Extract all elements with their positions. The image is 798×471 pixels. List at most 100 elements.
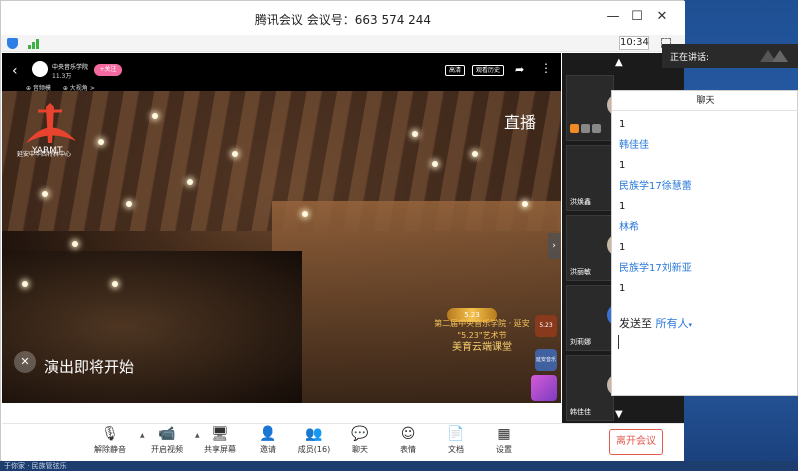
audio-options-caret-icon[interactable]: ▲ [140, 432, 145, 439]
leave-meeting-button[interactable]: 离开会议 [609, 429, 663, 455]
members-icon: 👥 [305, 426, 323, 442]
participant-name: 洪焕鑫 [570, 198, 591, 206]
chat-message-text: 1 [619, 283, 626, 294]
chat-message-sender[interactable]: 民族学17刘新亚 [619, 259, 794, 280]
video-options-caret-icon[interactable]: ▲ [195, 432, 200, 439]
tencent-meeting-logo-icon [760, 50, 788, 62]
speaking-label: 正在讲话: [670, 53, 710, 63]
promo-text: 第二届中央音乐学院 · 延安 "5.23"艺术节 美育云端课堂 [412, 318, 552, 354]
live-label: 直播 [504, 113, 537, 132]
maximize-button[interactable]: ☐ [627, 9, 647, 24]
taskbar-text: 于你家 · 民族管弦乐 [4, 462, 67, 470]
promo-side-badge-2[interactable]: 延安音乐节 [535, 349, 557, 385]
share-icon[interactable]: ➦ [515, 63, 524, 76]
minimize-button[interactable]: — [603, 9, 623, 24]
status-icons [570, 118, 603, 137]
promo-line-2: "5.23"艺术节 [457, 331, 507, 340]
speaking-indicator: 正在讲话: [662, 44, 798, 68]
settings-button[interactable]: ▦ 设置 [484, 426, 524, 455]
follow-button[interactable]: +关注 [94, 64, 122, 76]
invite-button[interactable]: 👤 邀请 [248, 426, 288, 455]
chat-label: 聊天 [352, 445, 368, 454]
members-label: 成员(16) [297, 445, 331, 454]
channel-fans: 11.3万 [52, 73, 72, 80]
meeting-timer: 10:34 [619, 36, 649, 50]
participant-tile[interactable]: 洪丽敏 [566, 215, 629, 281]
promo-side-badge-1[interactable]: 5.23 [535, 315, 557, 337]
chat-message-text: 1 [619, 119, 626, 130]
scroll-up-icon[interactable]: ▲ [615, 57, 623, 68]
shared-video[interactable]: ‹ 中央音乐学院 11.3万 +关注 高清 观看历史 ➦ ⋮ ⊕ 音频模 ⊕ 大… [2, 53, 561, 403]
speaker-muted-icon[interactable]: ✕ [14, 351, 36, 373]
hd-tag[interactable]: 高清 [445, 65, 465, 76]
channel-avatar[interactable] [32, 61, 48, 77]
back-icon[interactable]: ‹ [12, 63, 18, 79]
share-screen-button[interactable]: 🖥 共享屏幕 [200, 426, 240, 455]
logo-caption: 延安中华西特林中心 [17, 151, 72, 158]
chat-header: 聊天 [612, 91, 798, 111]
emoji-button[interactable]: ☺ 表情 [388, 426, 428, 455]
unmute-label: 解除静音 [94, 445, 126, 454]
settings-label: 设置 [496, 445, 512, 454]
window-title: 腾讯会议 会议号：663 574 244 [254, 13, 432, 27]
chat-messages: 1 韩佳佳 1 民族学17徐慧蕾 1 林希 1 民族学17刘新亚 1 [619, 115, 794, 300]
add-user-icon: 👤 [259, 426, 277, 442]
chat-message-sender[interactable]: 韩佳佳 [619, 136, 794, 157]
meeting-window: 腾讯会议 会议号：663 574 244 — ☐ ✕ 10:34 ‹ 中央音乐学… [0, 0, 685, 461]
send-to-target-dropdown[interactable]: 所有人▾ [656, 317, 693, 330]
gift-icon[interactable] [531, 375, 557, 401]
participant-tile[interactable]: 刘莉娜 [566, 285, 629, 351]
audio-link[interactable]: ⊕ 音频模 [26, 85, 51, 92]
send-to-label: 发送至 [619, 317, 652, 330]
meeting-toolbar: 🎙 解除静音 ▲ 📹 开启视频 ▲ 🖥 共享屏幕 👤 邀请 👥 成员(16) 💬… [2, 423, 684, 461]
scroll-down-icon[interactable]: ▼ [615, 409, 623, 420]
camera-off-icon: 📹 [158, 426, 176, 442]
document-icon: 📄 [447, 426, 465, 442]
title-bar: 腾讯会议 会议号：663 574 244 — ☐ ✕ [1, 1, 685, 35]
chat-button[interactable]: 💬 聊天 [340, 426, 380, 455]
emoji-label: 表情 [400, 445, 416, 454]
chat-icon: 💬 [351, 426, 369, 442]
channel-name: 中央音乐学院 [52, 64, 89, 71]
history-tag[interactable]: 观看历史 [472, 65, 504, 76]
docs-button[interactable]: 📄 文档 [436, 426, 476, 455]
taskbar: 于你家 · 民族管弦乐 [0, 461, 798, 471]
collapse-panel-arrow[interactable]: › [548, 233, 560, 259]
chat-message-text: 1 [619, 242, 626, 253]
promo-line-1: 第二届中央音乐学院 · 延安 [434, 319, 530, 328]
promo-line-3: 美育云端课堂 [452, 342, 512, 353]
mic-muted-icon: 🎙 [101, 426, 119, 442]
invite-label: 邀请 [260, 445, 276, 454]
start-video-label: 开启视频 [151, 445, 183, 454]
video-caption: 演出即将开始 [44, 358, 135, 376]
chat-message-sender[interactable]: 林希 [619, 218, 794, 239]
status-bar: 10:34 [1, 35, 685, 52]
start-video-button[interactable]: 📹 开启视频 [147, 426, 187, 455]
shield-icon[interactable] [7, 38, 18, 49]
participant-name: 韩佳佳 [570, 408, 591, 416]
unmute-button[interactable]: 🎙 解除静音 [90, 426, 130, 455]
share-screen-label: 共享屏幕 [204, 445, 236, 454]
wide-view-link[interactable]: ⊕ 大视角 > [63, 85, 95, 92]
participant-name: 洪丽敏 [570, 268, 591, 276]
participant-tile[interactable] [566, 75, 629, 141]
more-icon[interactable]: ⋮ [540, 61, 552, 75]
chat-message-sender[interactable]: 民族学17徐慧蕾 [619, 177, 794, 198]
members-button[interactable]: 👥 成员(16) [294, 426, 334, 455]
chat-panel: 聊天 1 韩佳佳 1 民族学17徐慧蕾 1 林希 1 民族学17刘新亚 1 发送… [611, 90, 798, 396]
grid-icon: ▦ [497, 426, 511, 442]
participant-tile[interactable]: 洪焕鑫 [566, 145, 614, 211]
signal-strength-icon[interactable] [28, 39, 40, 49]
yarmt-logo-icon: YARMT [26, 103, 76, 155]
send-to-row: 发送至 所有人▾ [619, 315, 692, 331]
chat-message-text: 1 [619, 160, 626, 171]
smiley-icon: ☺ [400, 426, 416, 442]
chat-message-text: 1 [619, 201, 626, 212]
participant-tile[interactable]: 韩佳佳 [566, 355, 629, 421]
docs-label: 文档 [448, 445, 464, 454]
screen-share-icon: 🖥 [211, 426, 229, 442]
participant-name: 刘莉娜 [570, 338, 591, 346]
close-button[interactable]: ✕ [652, 9, 672, 24]
video-sublinks: ⊕ 音频模 ⊕ 大视角 > [26, 83, 105, 92]
chat-input-field[interactable] [618, 335, 619, 349]
